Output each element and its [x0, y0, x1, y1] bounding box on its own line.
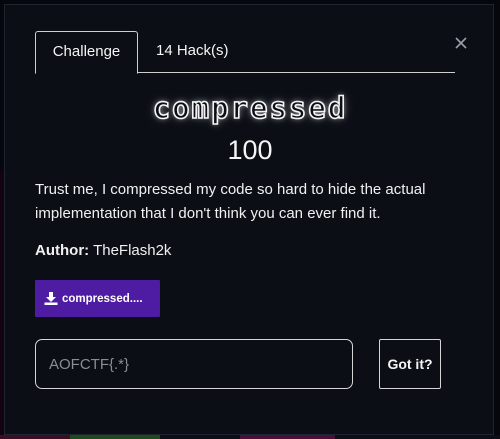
close-icon	[455, 37, 467, 49]
challenge-title: compressed	[152, 90, 348, 126]
challenge-points: 100	[227, 135, 273, 165]
close-button[interactable]	[453, 35, 469, 51]
download-file-label: compressed....	[62, 292, 143, 305]
download-file-button[interactable]: compressed....	[35, 280, 160, 317]
submit-flag-button[interactable]: Got it?	[379, 339, 441, 389]
tab-bar: Challenge 14 Hack(s)	[35, 31, 455, 74]
flag-input[interactable]	[35, 339, 353, 389]
tab-challenge[interactable]: Challenge	[35, 31, 138, 74]
author-name: TheFlash2k	[93, 242, 172, 259]
tab-challenge-label: Challenge	[52, 43, 121, 60]
author-line: Author: TheFlash2k	[35, 242, 171, 259]
backdrop-bottom-strip	[0, 435, 500, 439]
author-label: Author:	[35, 242, 90, 259]
tab-hacks-label: 14 Hack(s)	[156, 42, 229, 59]
challenge-modal: Challenge 14 Hack(s) compressed 100 Trus…	[4, 4, 494, 435]
challenge-description: Trust me, I compressed my code so hard t…	[35, 181, 426, 222]
tab-hacks[interactable]: 14 Hack(s)	[156, 31, 229, 73]
download-icon	[44, 292, 58, 305]
